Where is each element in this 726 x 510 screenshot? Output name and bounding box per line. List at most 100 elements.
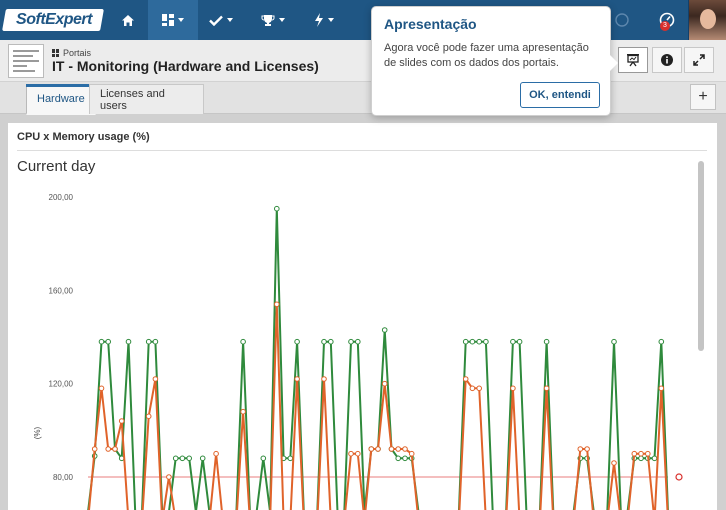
data-point — [152, 376, 159, 382]
data-point — [388, 446, 395, 452]
data-point — [294, 338, 300, 345]
y-tick-label: 160,00 — [49, 286, 74, 295]
data-point — [166, 474, 172, 480]
data-point — [355, 450, 361, 457]
data-point — [145, 338, 152, 345]
expand-icon — [693, 54, 705, 66]
dashboard-icon — [162, 14, 174, 26]
chart-widget: CPU x Memory usage (%) Current day 200,0… — [7, 122, 718, 510]
data-point — [294, 376, 300, 382]
data-point — [321, 338, 327, 345]
data-point — [368, 446, 375, 452]
nav-tasks[interactable] — [198, 0, 244, 40]
data-point — [98, 385, 105, 392]
data-point — [510, 338, 516, 345]
data-point — [510, 385, 516, 392]
data-point — [199, 455, 206, 462]
data-point — [98, 338, 105, 345]
checkmark-icon — [209, 15, 223, 26]
data-point — [145, 413, 152, 420]
breadcrumb[interactable]: Portais — [52, 48, 91, 58]
popover-title: Apresentação — [384, 16, 477, 32]
notification-badge: 3 — [660, 21, 670, 31]
data-point — [287, 455, 294, 462]
data-point — [375, 446, 381, 452]
data-point — [240, 408, 246, 415]
data-point — [462, 376, 469, 382]
data-point — [476, 338, 483, 345]
data-point — [240, 338, 246, 345]
scrollbar[interactable] — [698, 161, 704, 510]
fullscreen-button[interactable] — [684, 47, 714, 73]
info-button[interactable] — [652, 47, 682, 73]
data-point — [402, 455, 408, 462]
data-point — [645, 450, 651, 457]
user-avatar[interactable] — [688, 0, 726, 40]
help-icon — [615, 13, 629, 27]
scrollbar-thumb[interactable] — [698, 161, 704, 351]
data-point — [469, 338, 476, 345]
series-line-1 — [88, 303, 669, 510]
presentation-button[interactable] — [618, 47, 648, 73]
data-point — [105, 446, 111, 452]
data-point — [543, 385, 550, 392]
ok-understood-button[interactable]: OK, entendi — [520, 82, 600, 108]
data-point — [395, 446, 402, 452]
data-point — [408, 450, 415, 457]
data-point — [469, 385, 476, 392]
presentation-icon — [627, 54, 639, 67]
info-icon — [661, 54, 673, 66]
portal-thumbnail — [8, 44, 44, 78]
data-point — [186, 455, 192, 462]
chevron-down-icon — [279, 18, 285, 22]
data-point — [611, 460, 617, 466]
data-point — [638, 455, 644, 462]
nav-notifications[interactable] — [652, 0, 682, 40]
nav-help[interactable] — [608, 0, 636, 40]
page-title: IT - Monitoring (Hardware and Licenses) — [52, 58, 319, 74]
data-point — [274, 301, 280, 308]
data-point — [348, 338, 354, 345]
tab-hardware[interactable]: Hardware — [26, 84, 96, 115]
data-point — [658, 338, 665, 345]
presentation-popover: Apresentação Agora você pode fazer uma a… — [371, 6, 611, 116]
data-point — [476, 385, 483, 392]
nav-achievements[interactable] — [250, 0, 296, 40]
tab-bar: Hardware Licenses and users — [0, 82, 726, 115]
data-point — [381, 380, 388, 387]
data-point — [355, 338, 361, 345]
series-line-0 — [87, 207, 669, 510]
trophy-icon — [261, 14, 275, 26]
data-point — [395, 455, 402, 462]
data-point — [274, 205, 280, 212]
chevron-down-icon — [178, 18, 184, 22]
nav-dashboard[interactable] — [148, 0, 198, 40]
data-point — [577, 446, 584, 452]
data-point — [543, 338, 550, 345]
y-tick-label: 200,00 — [49, 193, 74, 202]
data-point — [611, 338, 617, 345]
data-point — [179, 455, 186, 462]
data-point — [381, 327, 388, 333]
data-point — [328, 338, 334, 345]
add-tab-button[interactable]: + — [690, 84, 716, 110]
popover-arrow — [610, 55, 618, 71]
data-point — [631, 450, 638, 457]
softexpert-logo[interactable]: SoftExpert — [0, 0, 108, 40]
data-point — [348, 450, 354, 457]
data-point — [462, 338, 469, 345]
chevron-down-icon — [328, 18, 334, 22]
data-point — [260, 455, 267, 462]
top-navbar: SoftExpert 3 — [0, 0, 726, 40]
data-point — [125, 338, 132, 345]
data-point — [658, 385, 665, 392]
nav-home[interactable] — [108, 0, 148, 40]
tab-licenses-and-users[interactable]: Licenses and users — [89, 84, 204, 114]
grid-icon — [52, 49, 60, 57]
data-point — [584, 446, 590, 452]
data-point — [152, 338, 159, 345]
lightning-icon — [315, 13, 323, 27]
tab-label: Hardware — [37, 93, 85, 105]
nav-actions[interactable] — [304, 0, 344, 40]
y-tick-label: 80,00 — [53, 473, 74, 482]
